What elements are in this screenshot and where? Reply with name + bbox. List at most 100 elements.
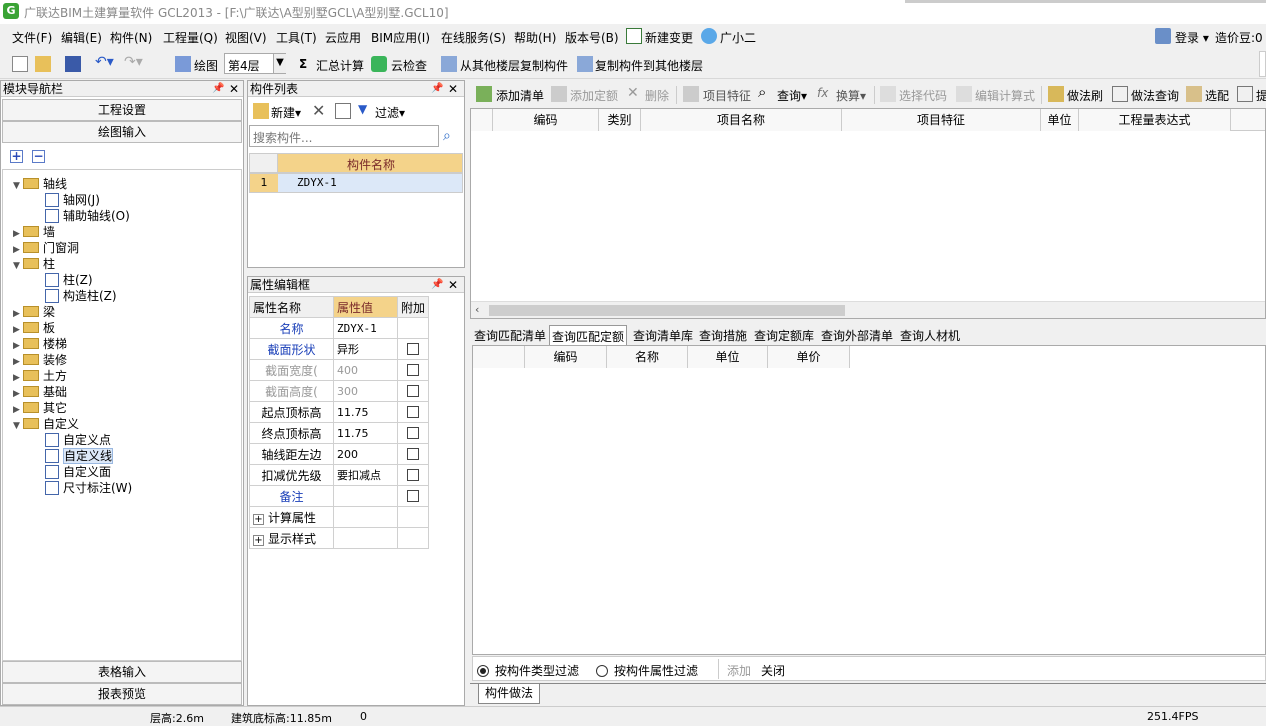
chevron-down-icon[interactable]: ▼ [13,258,23,274]
tab-match-quota[interactable]: 查询匹配定额 [549,325,628,347]
property-row[interactable]: 截面形状 异形 [249,338,430,360]
convert-dropdown[interactable]: 换算▾ [836,87,866,104]
pin-icon[interactable]: 📌 [431,277,443,293]
tab-quota-library[interactable]: 查询定额库 [754,327,814,344]
menu-version[interactable]: 版本号(B) [565,29,619,46]
report-preview-button[interactable]: 报表预览 [2,683,242,705]
menu-edit[interactable]: 编辑(E) [61,29,102,46]
menu-tools[interactable]: 工具(T) [276,29,317,46]
menu-view[interactable]: 视图(V) [225,29,267,46]
menu-component[interactable]: 构件(N) [110,29,152,46]
query-dropdown[interactable]: 查询▾ [777,87,807,104]
close-icon[interactable]: ✕ [448,277,458,293]
menu-help[interactable]: 帮助(H) [514,29,556,46]
select-code-button[interactable]: 选择代码 [899,87,947,104]
property-row[interactable]: 终点顶标高 11.75 [249,422,430,444]
tree-folder[interactable]: ▶ 楼梯 [13,336,67,352]
property-value[interactable]: 异形 [333,338,398,360]
tree-item[interactable]: 构造柱(Z) [45,288,117,304]
drawing-input-button[interactable]: 绘图输入 [2,121,242,143]
scroll-left-icon[interactable]: ‹ [475,303,479,316]
property-value[interactable]: 要扣减点 [333,464,398,486]
checkbox[interactable] [407,427,419,439]
checkbox[interactable] [407,406,419,418]
open-folder-icon[interactable] [35,56,51,72]
property-value[interactable] [333,527,398,549]
tree-folder[interactable]: ▶ 板 [13,320,55,336]
property-value[interactable]: 200 [333,443,398,465]
chevron-down-icon[interactable]: ▼ [13,418,23,434]
checkbox[interactable] [407,490,419,502]
search-icon[interactable]: ⌕ [443,128,451,144]
tree-item[interactable]: 轴网(J) [45,192,100,208]
tree-folder[interactable]: ▶ 土方 [13,368,67,384]
new-file-icon[interactable] [12,56,28,72]
save-icon[interactable] [65,56,81,72]
tree-folder[interactable]: ▼ 柱 [13,256,55,272]
chevron-down-icon[interactable]: ▼ [13,178,23,194]
tree-item[interactable]: 自定义线 [45,448,114,464]
project-settings-button[interactable]: 工程设置 [2,99,242,121]
filter-button[interactable]: 过滤▾ [375,104,405,121]
property-row[interactable]: 起点顶标高 11.75 [249,401,430,423]
item-feature-button[interactable]: 项目特征 [703,87,751,104]
property-value[interactable]: ZDYX-1 [333,317,398,339]
login-button[interactable]: 登录 ▾ [1175,29,1209,46]
tab-labor-material[interactable]: 查询人材机 [900,327,960,344]
close-icon[interactable]: ✕ [448,81,458,97]
property-row[interactable]: + 计算属性 [249,506,430,528]
add-quota-button[interactable]: 添加定额 [570,87,618,104]
horizontal-scrollbar[interactable]: ‹ [471,301,1265,318]
add-list-button[interactable]: 添加清单 [496,87,544,104]
property-row[interactable]: + 显示样式 [249,527,430,549]
tree-folder[interactable]: ▼ 轴线 [13,176,67,192]
search-input[interactable]: 搜索构件... [249,125,439,147]
menu-bim[interactable]: BIM应用(I) [371,29,430,46]
menu-quantity[interactable]: 工程量(Q) [163,29,218,46]
table-row[interactable]: 1 ZDYX-1 [249,173,463,193]
checkbox[interactable] [407,448,419,460]
tree-item[interactable]: 自定义面 [45,464,111,480]
property-row[interactable]: 截面宽度(400 [249,359,430,381]
menu-cloud[interactable]: 云应用 [325,29,361,46]
property-value[interactable]: 400 [333,359,398,381]
method-query-button[interactable]: 做法查询 [1131,87,1179,104]
property-value[interactable]: 11.75 [333,422,398,444]
tree-folder[interactable]: ▶ 墙 [13,224,55,240]
sum-button[interactable]: 汇总计算 [316,57,364,74]
close-icon[interactable]: ✕ [229,81,239,97]
checkbox[interactable] [407,364,419,376]
draw-button[interactable]: 绘图 [194,57,218,74]
tab-list-library[interactable]: 查询清单库 [633,327,693,344]
checkbox[interactable] [407,385,419,397]
property-value[interactable]: 300 [333,380,398,402]
pin-icon[interactable]: 📌 [431,81,443,97]
select-match-button[interactable]: 选配 [1205,87,1229,104]
tab-match-list[interactable]: 查询匹配清单 [474,327,546,344]
menu-file[interactable]: 文件(F) [12,29,52,46]
filter-by-attr-radio[interactable]: 按构件属性过滤 [596,662,698,679]
expand-plus-icon[interactable]: + [253,513,264,525]
tree-item[interactable]: 尺寸标注(W) [45,480,132,496]
menu-new-change[interactable]: 新建变更 [645,29,693,46]
expand-all-icon[interactable]: + [10,150,23,163]
property-row[interactable]: 轴线距左边 200 [249,443,430,465]
tree-item[interactable]: 辅助轴线(O) [45,208,130,224]
extract-button[interactable]: 提 [1256,87,1266,104]
menu-assistant[interactable]: 广小二 [720,29,756,46]
floor-select[interactable]: 第4层 ▼ [224,53,286,74]
chevron-down-icon[interactable]: ▼ [273,54,286,73]
tree-folder[interactable]: ▶ 基础 [13,384,67,400]
property-row[interactable]: 扣减优先级 要扣减点 [249,464,430,486]
tree-item[interactable]: 柱(Z) [45,272,93,288]
property-row[interactable]: 备注 [249,485,430,507]
table-input-button[interactable]: 表格输入 [2,661,242,683]
property-row[interactable]: 截面高度(300 [249,380,430,402]
property-value[interactable] [333,506,398,528]
menu-online[interactable]: 在线服务(S) [441,29,506,46]
expand-plus-icon[interactable]: + [253,534,264,546]
cloud-check-button[interactable]: 云检查 [391,57,427,74]
scrollbar-thumb[interactable] [489,305,845,316]
new-component-button[interactable]: 新建▾ [271,104,301,121]
tab-measures[interactable]: 查询措施 [699,327,747,344]
